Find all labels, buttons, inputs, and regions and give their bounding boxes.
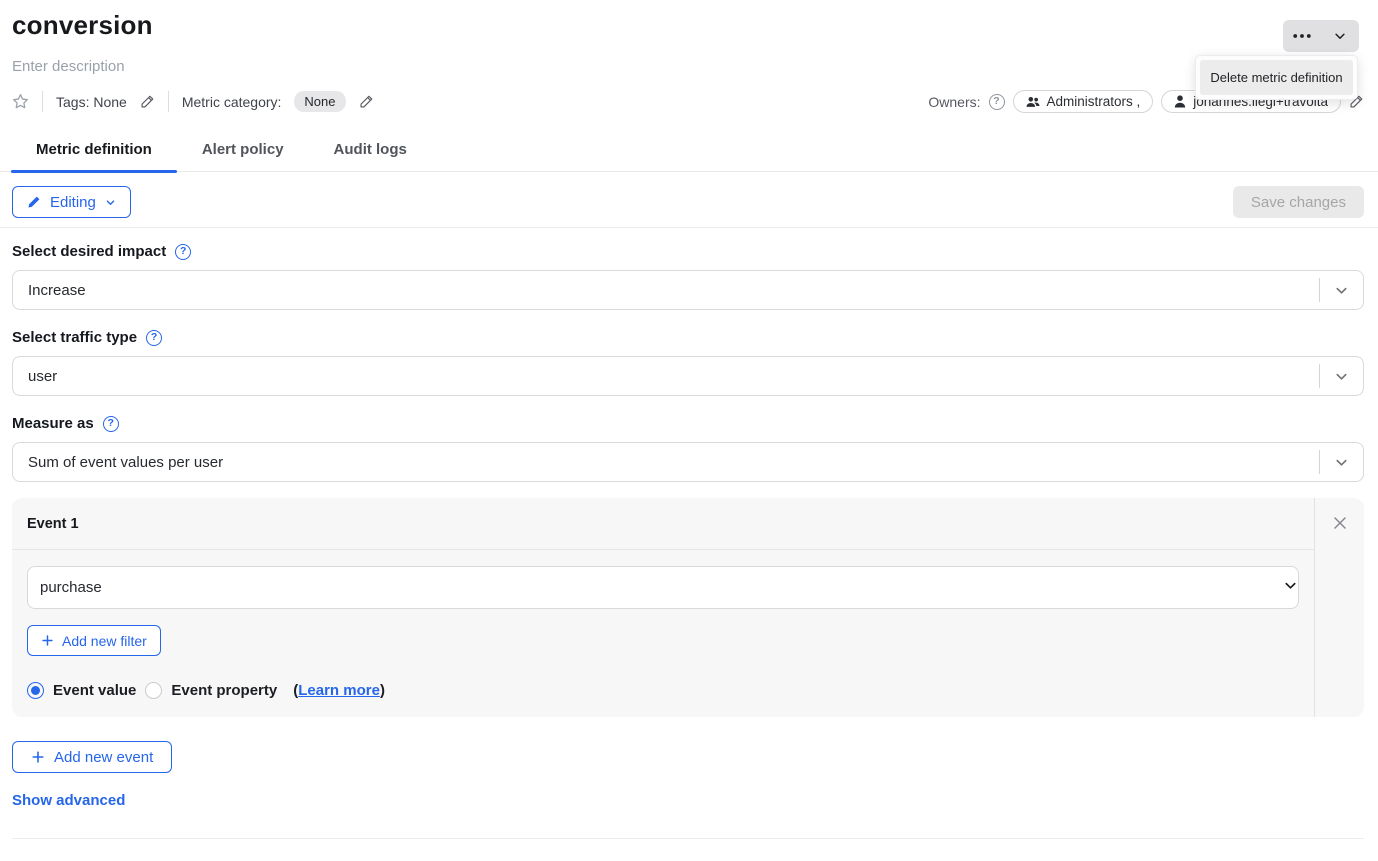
event-card-header: Event 1 bbox=[12, 498, 1314, 550]
owners-label: Owners: bbox=[928, 94, 980, 110]
traffic-type-label-row: Select traffic type bbox=[12, 329, 1364, 346]
add-new-event-button[interactable]: Add new event bbox=[12, 741, 172, 773]
divider bbox=[12, 838, 1364, 839]
star-icon[interactable] bbox=[12, 93, 29, 110]
divider bbox=[168, 91, 169, 112]
tags-label: Tags: None bbox=[56, 94, 127, 110]
traffic-type-select[interactable]: user bbox=[12, 356, 1364, 396]
divider bbox=[42, 91, 43, 112]
group-icon bbox=[1026, 96, 1040, 108]
chevron-down-icon bbox=[1333, 29, 1347, 43]
plus-icon bbox=[31, 750, 45, 764]
traffic-type-label: Select traffic type bbox=[12, 329, 137, 346]
help-icon[interactable] bbox=[175, 244, 191, 260]
help-icon[interactable] bbox=[103, 416, 119, 432]
tab-bar: Metric definition Alert policy Audit log… bbox=[0, 135, 1378, 172]
help-icon[interactable] bbox=[146, 330, 162, 346]
actions-dropdown-menu: Delete metric definition bbox=[1195, 55, 1358, 100]
event-card: Event 1 purchase Add new filter Event va… bbox=[12, 498, 1364, 717]
edit-tags-pencil-icon[interactable] bbox=[140, 94, 155, 109]
desired-impact-label: Select desired impact bbox=[12, 243, 166, 260]
radio-event-property-label[interactable]: Event property bbox=[171, 682, 277, 699]
desired-impact-select[interactable]: Increase bbox=[12, 270, 1364, 310]
actions-dropdown-button[interactable] bbox=[1321, 20, 1359, 52]
person-icon bbox=[1174, 95, 1186, 108]
measure-as-select[interactable]: Sum of event values per user bbox=[12, 442, 1364, 482]
editing-label: Editing bbox=[50, 194, 96, 211]
page-title: conversion bbox=[12, 10, 1364, 41]
meta-row: Tags: None Metric category: None Owners:… bbox=[12, 90, 1364, 113]
chevron-down-icon[interactable] bbox=[1334, 283, 1349, 298]
plus-icon bbox=[41, 634, 54, 647]
radio-event-property[interactable] bbox=[145, 682, 162, 699]
toolbar: Editing Save changes bbox=[0, 186, 1378, 218]
editing-mode-button[interactable]: Editing bbox=[12, 186, 131, 218]
metric-definition-form: Select desired impact Increase Select tr… bbox=[0, 243, 1378, 839]
measure-as-value: Sum of event values per user bbox=[28, 454, 1319, 471]
chevron-down-icon[interactable] bbox=[1283, 578, 1298, 598]
desired-impact-value: Increase bbox=[28, 282, 1319, 299]
learn-more-link[interactable]: Learn more bbox=[298, 682, 380, 699]
measure-as-label: Measure as bbox=[12, 415, 94, 432]
chevron-down-icon[interactable] bbox=[1334, 455, 1349, 470]
description-input-placeholder[interactable]: Enter description bbox=[12, 58, 1364, 75]
edit-category-pencil-icon[interactable] bbox=[359, 94, 374, 109]
show-advanced-link[interactable]: Show advanced bbox=[12, 792, 125, 809]
metric-category-label: Metric category: bbox=[182, 94, 282, 110]
close-icon bbox=[1332, 515, 1348, 531]
measure-as-label-row: Measure as bbox=[12, 415, 1364, 432]
event-name-select[interactable]: purchase bbox=[27, 566, 1299, 609]
metric-category-badge[interactable]: None bbox=[294, 91, 345, 112]
desired-impact-label-row: Select desired impact bbox=[12, 243, 1364, 260]
save-changes-button[interactable]: Save changes bbox=[1233, 186, 1364, 218]
learn-more-wrap: (Learn more) bbox=[293, 682, 385, 699]
traffic-type-value: user bbox=[28, 368, 1319, 385]
header: conversion Enter description Tags: None … bbox=[0, 10, 1378, 113]
more-options-button[interactable] bbox=[1283, 20, 1321, 52]
divider bbox=[1319, 364, 1320, 388]
add-new-event-label: Add new event bbox=[54, 749, 153, 766]
tab-audit-logs[interactable]: Audit logs bbox=[309, 135, 432, 171]
owner-pill-label: Administrators , bbox=[1047, 94, 1141, 109]
tab-alert-policy[interactable]: Alert policy bbox=[177, 135, 309, 171]
event-card-main: Event 1 purchase Add new filter Event va… bbox=[12, 498, 1314, 717]
menu-item-delete-metric[interactable]: Delete metric definition bbox=[1200, 60, 1353, 95]
ellipsis-icon bbox=[1293, 34, 1311, 38]
event-card-side bbox=[1314, 498, 1364, 717]
pencil-icon bbox=[27, 195, 41, 209]
help-icon[interactable] bbox=[989, 94, 1005, 110]
tab-metric-definition[interactable]: Metric definition bbox=[11, 135, 177, 171]
measure-source-radio-group: Event value Event property (Learn more) bbox=[27, 682, 1299, 699]
event-card-title: Event 1 bbox=[27, 516, 79, 532]
meta-left: Tags: None Metric category: None bbox=[12, 91, 374, 112]
paren-close: ) bbox=[380, 682, 385, 699]
radio-event-value[interactable] bbox=[27, 682, 44, 699]
event-name-value: purchase bbox=[40, 579, 1283, 596]
add-new-filter-button[interactable]: Add new filter bbox=[27, 625, 161, 656]
chevron-down-icon[interactable] bbox=[1334, 369, 1349, 384]
divider bbox=[1319, 278, 1320, 302]
radio-event-value-label[interactable]: Event value bbox=[53, 682, 136, 699]
chevron-down-icon bbox=[105, 197, 116, 208]
divider bbox=[1319, 450, 1320, 474]
header-actions-group bbox=[1283, 20, 1359, 52]
divider bbox=[0, 227, 1378, 228]
add-new-filter-label: Add new filter bbox=[62, 633, 147, 649]
owner-pill-administrators[interactable]: Administrators , bbox=[1013, 90, 1154, 113]
remove-event-button[interactable] bbox=[1332, 515, 1348, 531]
